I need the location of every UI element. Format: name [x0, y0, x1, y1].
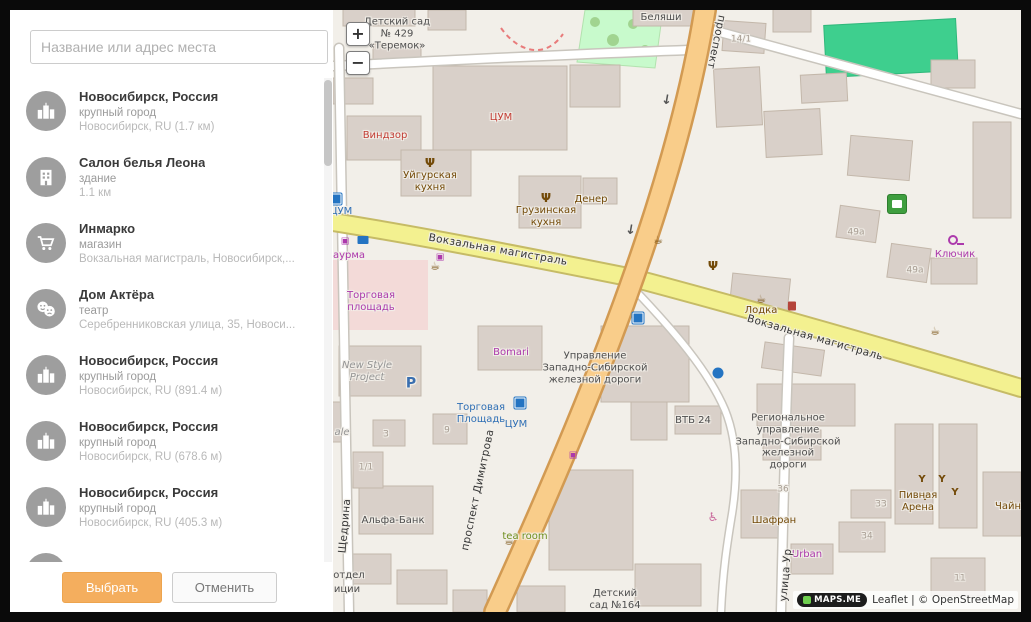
map-canvas[interactable] — [333, 10, 1021, 612]
result-subtitle: крупный город — [79, 371, 222, 383]
theater-icon — [26, 289, 66, 329]
result-title: Новосибирск, Россия — [79, 353, 222, 368]
result-address: 1.1 км — [79, 187, 205, 199]
select-button[interactable]: Выбрать — [62, 572, 162, 603]
result-title: Инмарко — [79, 221, 295, 236]
result-title: Салон белья Леона — [79, 155, 205, 170]
search-result-row[interactable]: Салон белья Леона здание 1.1 км — [10, 144, 333, 210]
search-result-row[interactable]: Дом Актёра театр Серебренниковская улица… — [10, 276, 333, 342]
search-sidebar: Новосибирск, Россия крупный город Новоси… — [10, 10, 333, 612]
scrollbar-thumb[interactable] — [324, 80, 332, 166]
city-icon — [26, 91, 66, 131]
zoom-in-button[interactable]: + — [346, 22, 370, 46]
city-icon — [26, 355, 66, 395]
result-subtitle: магазин — [79, 239, 295, 251]
result-address: Новосибирск, RU (678.6 м) — [79, 451, 222, 463]
search-result-row[interactable]: Новосибирск, Россия крупный город Новоси… — [10, 342, 333, 408]
result-title: Дом Актёра — [79, 287, 295, 302]
result-address: Новосибирск, RU (405.3 м) — [79, 517, 222, 529]
search-input[interactable] — [30, 30, 328, 64]
city-icon — [26, 487, 66, 527]
mapsme-badge[interactable]: MAPS.ME — [797, 593, 867, 607]
result-title: Новосибирск, Россия — [79, 89, 218, 104]
search-result-row[interactable]: Инмарко магазин Вокзальная магистраль, Н… — [10, 210, 333, 276]
search-result-row[interactable]: Новосибирск, Россия крупный город Новоси… — [10, 408, 333, 474]
zoom-controls: + − — [346, 22, 370, 80]
map-attribution: MAPS.ME Leaflet | © OpenStreetMap — [793, 591, 1018, 609]
result-address: Новосибирск, RU (891.4 м) — [79, 385, 222, 397]
search-result-row[interactable]: Новосибирск — [10, 540, 333, 562]
mapsme-brand: MAPS.ME — [814, 595, 861, 605]
city-icon — [26, 421, 66, 461]
result-title: Новосибирск, Россия — [79, 485, 222, 500]
result-subtitle: театр — [79, 305, 295, 317]
result-address: Серебренниковская улица, 35, Новоси... — [79, 319, 295, 331]
result-address: Новосибирск, RU (1.7 км) — [79, 121, 218, 133]
results-list: Новосибирск, Россия крупный город Новоси… — [10, 78, 333, 562]
result-subtitle: крупный город — [79, 107, 218, 119]
result-subtitle: крупный город — [79, 437, 222, 449]
building-icon — [26, 157, 66, 197]
cancel-button[interactable]: Отменить — [172, 572, 277, 603]
map-pane[interactable]: ΨΨΨ☕☕☕☕☕▣▣♿▣YYYY↑↑Детский сад № 429 «Тер… — [333, 10, 1021, 612]
app-frame: Новосибирск, Россия крупный город Новоси… — [0, 0, 1031, 622]
zoom-out-button[interactable]: − — [346, 51, 370, 75]
result-title: Новосибирск, Россия — [79, 419, 222, 434]
mapsme-logo-icon — [803, 596, 811, 604]
search-result-row[interactable]: Новосибирск, Россия крупный город Новоси… — [10, 78, 333, 144]
place-picker-window: Новосибирск, Россия крупный город Новоси… — [10, 10, 1021, 612]
result-subtitle: здание — [79, 173, 205, 185]
sidebar-footer: Выбрать Отменить — [10, 562, 333, 612]
city-icon — [26, 553, 66, 562]
result-subtitle: крупный город — [79, 503, 222, 515]
scrollbar-track[interactable] — [324, 78, 332, 562]
search-result-row[interactable]: Новосибирск, Россия крупный город Новоси… — [10, 474, 333, 540]
cart-icon — [26, 223, 66, 263]
attribution-text[interactable]: Leaflet | © OpenStreetMap — [872, 594, 1014, 606]
result-address: Вокзальная магистраль, Новосибирск,... — [79, 253, 295, 265]
